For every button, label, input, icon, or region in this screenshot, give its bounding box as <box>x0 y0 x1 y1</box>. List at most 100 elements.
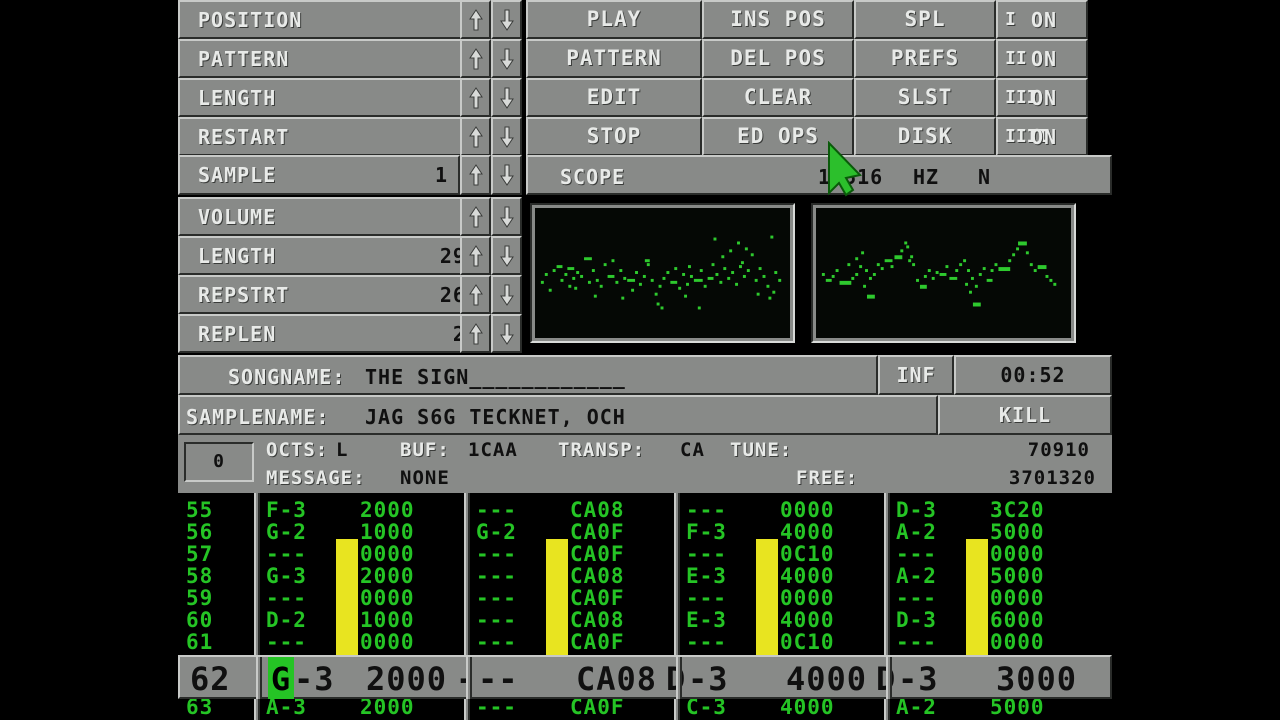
pattern-scroll-region[interactable]: 55 56 57 58 59 60 61 F-3 2000 G-2 1000 -… <box>178 493 1112 655</box>
cell-note: D-3 <box>896 608 937 632</box>
scope-screen <box>816 208 1071 338</box>
param-label: VOLUME <box>198 204 277 229</box>
channel-toggle-4[interactable]: IIII ON <box>996 117 1088 156</box>
scope-display-right[interactable] <box>811 203 1076 343</box>
songname-field[interactable]: SONGNAME: THE SIGN____________ <box>178 355 878 395</box>
position-down-button[interactable] <box>491 0 522 39</box>
play-button[interactable]: PLAY <box>526 0 702 39</box>
songname-label: SONGNAME: <box>228 365 346 389</box>
sample-down-button[interactable] <box>491 155 522 195</box>
volume-down-button[interactable] <box>491 197 522 236</box>
channel-roman: I <box>1005 8 1016 30</box>
cell-note: --- <box>476 699 517 719</box>
current-cell-cursor[interactable]: G <box>268 657 294 701</box>
scope-display-left[interactable] <box>530 203 795 343</box>
info-rows: 0 OCTS: L BUF: 1CAA TRANSP: CA TUNE: 709… <box>178 435 1112 493</box>
row-number: 56 <box>186 520 214 544</box>
sample-length-down-button[interactable] <box>491 236 522 275</box>
param-field-position[interactable]: POSITION 8 <box>178 0 508 39</box>
cell-data: CA08 <box>570 498 625 522</box>
param-field-length[interactable]: LENGTH 22 <box>178 78 508 117</box>
pattern-channel-2[interactable]: --- CA08 G-2 CA0F --- CA0F --- CA08 --- … <box>470 493 674 655</box>
cell-note: G-2 <box>266 520 307 544</box>
mouse-cursor-icon <box>826 140 868 197</box>
ins-pos-button[interactable]: INS POS <box>702 0 854 39</box>
cell-data: 4000 <box>780 699 835 719</box>
channel-separator <box>674 493 680 655</box>
kill-button[interactable]: KILL <box>938 395 1112 435</box>
sample-length-up-button[interactable] <box>460 236 491 275</box>
spl-button[interactable]: SPL <box>854 0 996 39</box>
param-field-pattern[interactable]: PATTERN 0 <box>178 39 508 78</box>
del-pos-button[interactable]: DEL POS <box>702 39 854 78</box>
slot-indicator-box[interactable]: 0 <box>184 442 254 482</box>
buf-label: BUF: <box>400 439 450 461</box>
cell-data: CA0F <box>570 542 625 566</box>
repstrt-down-button[interactable] <box>491 275 522 314</box>
length-up-button[interactable] <box>460 78 491 117</box>
param-row-length: LENGTH 22 <box>178 78 508 117</box>
param-field-restart[interactable]: RESTART 0 <box>178 117 508 156</box>
sample-up-button[interactable] <box>460 155 491 195</box>
cell-data: CA0F <box>570 520 625 544</box>
sparam-field-replen[interactable]: REPLEN 256 <box>178 314 508 353</box>
cell-data: 0C10 <box>780 542 835 566</box>
cell-note: E-3 <box>686 608 727 632</box>
channel-toggle-2[interactable]: II ON <box>996 39 1088 78</box>
repstrt-up-button[interactable] <box>460 275 491 314</box>
cell-note: --- <box>476 586 517 610</box>
arrow-up-icon <box>468 164 483 186</box>
restart-up-button[interactable] <box>460 117 491 156</box>
replen-up-button[interactable] <box>460 314 491 353</box>
row-number: 58 <box>186 564 214 588</box>
cell-data: 3C20 <box>990 498 1045 522</box>
sparam-field-volume[interactable]: VOLUME 64 <box>178 197 508 236</box>
button-label: DISK <box>897 124 953 148</box>
prefs-button[interactable]: PREFS <box>854 39 996 78</box>
cell-data: 0000 <box>780 498 835 522</box>
tune-value: 70910 <box>1027 439 1090 461</box>
cell-data: 5000 <box>990 520 1045 544</box>
scope-mode: N <box>978 165 992 189</box>
sparam-field-length[interactable]: LENGTH 2922 <box>178 236 508 275</box>
cell-note: --- <box>266 586 307 610</box>
inf-button[interactable]: INF <box>878 355 954 395</box>
samplename-field[interactable]: SAMPLENAME: JAG S6G TECKNET, OCH <box>178 395 938 435</box>
disk-button[interactable]: DISK <box>854 117 996 156</box>
cell-data: 0000 <box>990 630 1045 654</box>
length-down-button[interactable] <box>491 78 522 117</box>
pattern-up-button[interactable] <box>460 39 491 78</box>
slot-value: 0 <box>213 451 225 472</box>
edit-button[interactable]: EDIT <box>526 78 702 117</box>
octs-label: OCTS: <box>266 439 329 461</box>
button-label: KILL <box>998 403 1052 427</box>
sample-field[interactable]: SAMPLE 1 <box>178 155 460 195</box>
replen-down-button[interactable] <box>491 314 522 353</box>
pattern-channel-1[interactable]: F-3 2000 G-2 1000 --- 0000 G-3 2000 --- … <box>260 493 464 655</box>
restart-down-button[interactable] <box>491 117 522 156</box>
tune-label: TUNE: <box>730 439 793 461</box>
sample-value: 1 <box>434 163 448 187</box>
cell-note: A-2 <box>896 699 937 719</box>
arrow-up-icon <box>468 47 483 69</box>
pattern-current-row[interactable]: 62 G -3 2000 -- - CA08 D -3 4000 D -3 30… <box>178 655 1112 701</box>
current-cell-data: 4000 <box>786 660 868 698</box>
button-label: ED OPS <box>737 124 819 148</box>
volume-up-button[interactable] <box>460 197 491 236</box>
pattern-channel-4[interactable]: D-3 3C20 A-2 5000 --- 0000 A-2 5000 --- … <box>890 493 1112 655</box>
channel-toggle-1[interactable]: I ON <box>996 0 1088 39</box>
slst-button[interactable]: SLST <box>854 78 996 117</box>
pattern-next-row[interactable]: 63 A-3 2000 --- CA0F C-3 4000 A-2 5000 <box>178 699 1112 720</box>
position-up-button[interactable] <box>460 0 491 39</box>
pattern-channel-3[interactable]: --- 0000 F-3 4000 --- 0C10 E-3 4000 --- … <box>680 493 884 655</box>
channel-toggle-3[interactable]: III ON <box>996 78 1088 117</box>
scope-bar[interactable]: SCOPE 12516 HZ N <box>526 155 1112 195</box>
clear-button[interactable]: CLEAR <box>702 78 854 117</box>
stop-button[interactable]: STOP <box>526 117 702 156</box>
pattern-editor[interactable]: 55 56 57 58 59 60 61 F-3 2000 G-2 1000 -… <box>178 493 1112 720</box>
pattern-button[interactable]: PATTERN <box>526 39 702 78</box>
pattern-down-button[interactable] <box>491 39 522 78</box>
arrow-down-icon <box>499 245 514 267</box>
channel-separator <box>676 657 682 701</box>
sparam-field-repstrt[interactable]: REPSTRT 2666 <box>178 275 508 314</box>
